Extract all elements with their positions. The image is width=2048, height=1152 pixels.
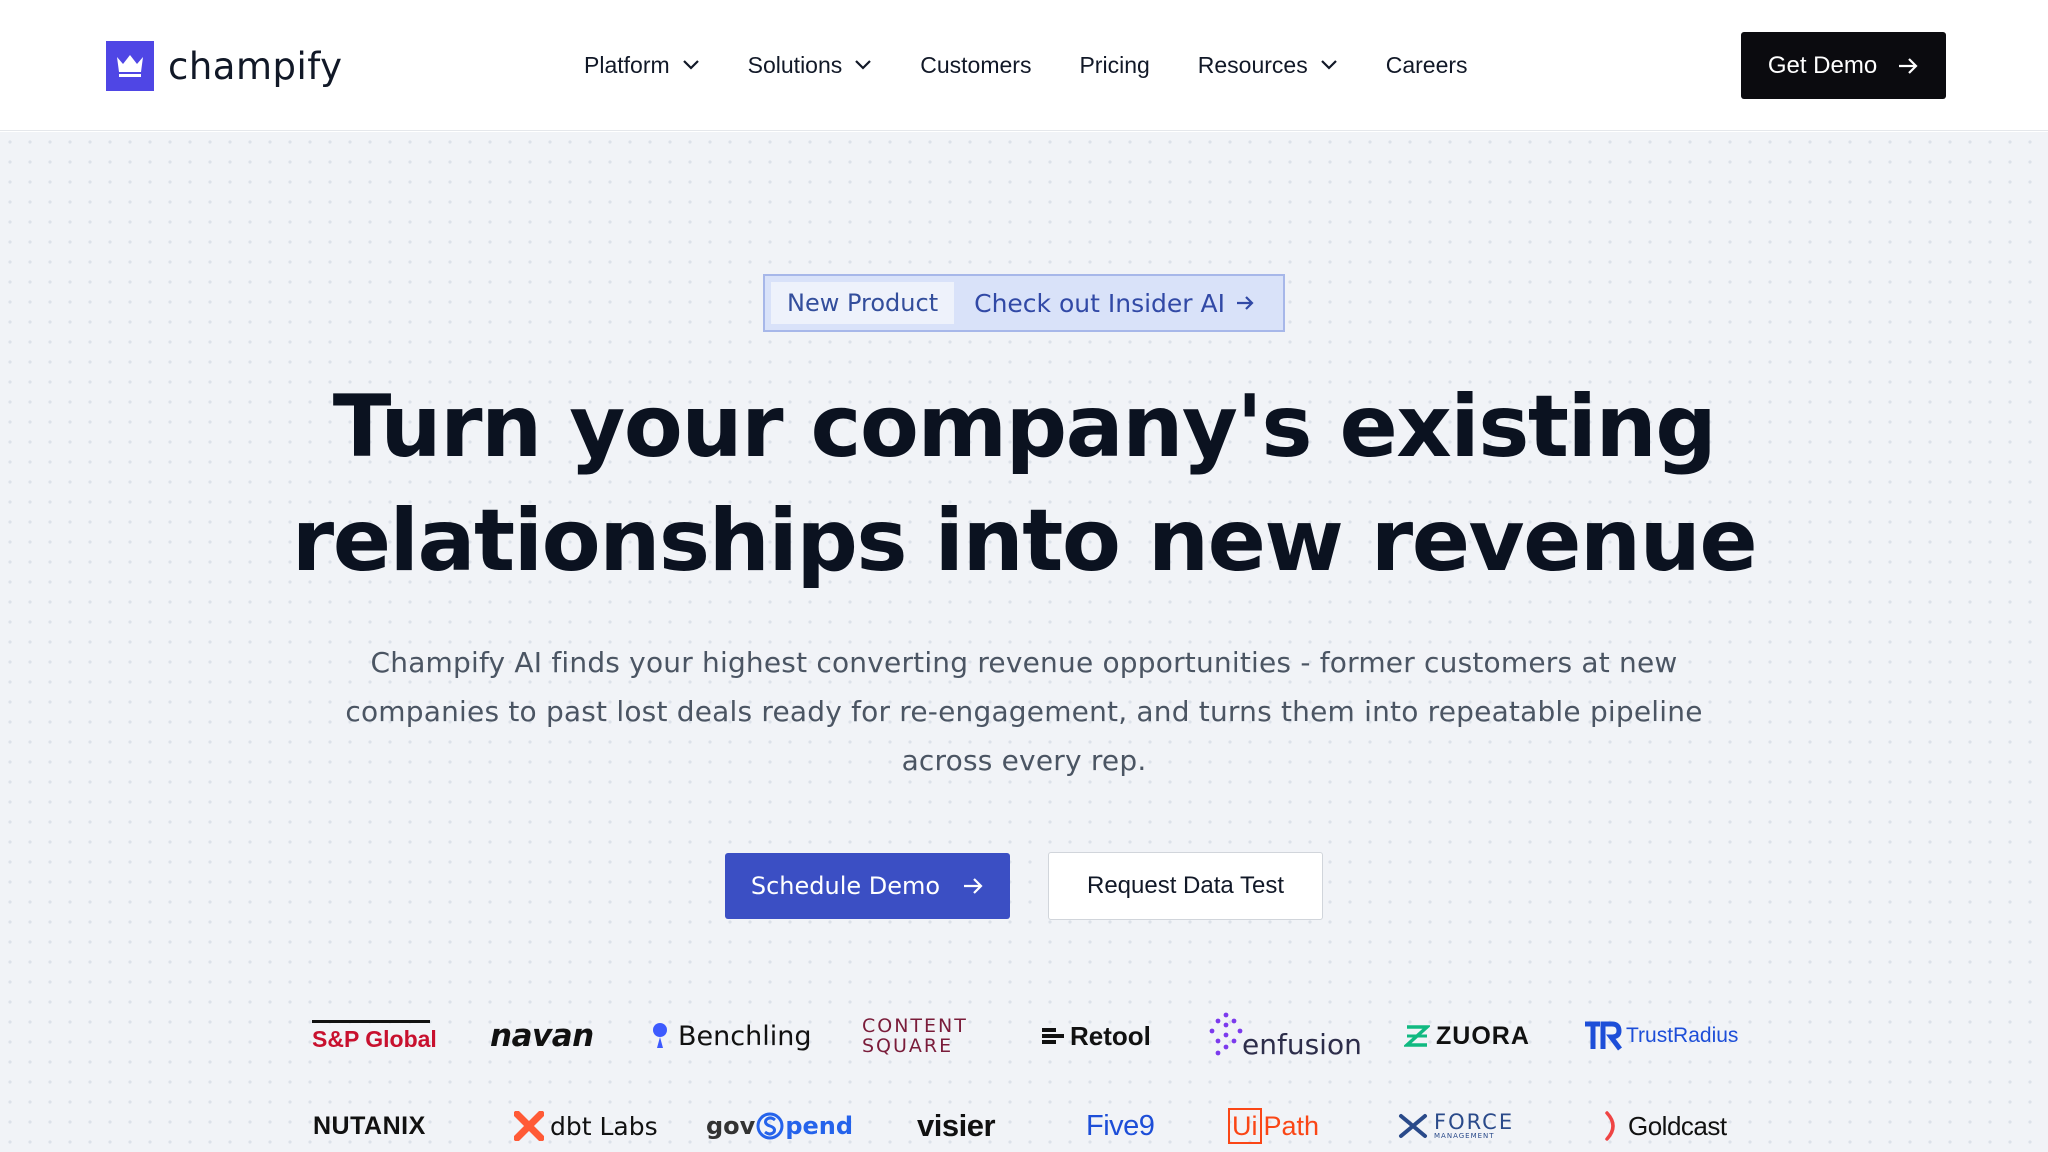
logo-text: SQUARE bbox=[862, 1035, 954, 1057]
logo-text: ZUORA bbox=[1436, 1021, 1530, 1050]
nav-careers[interactable]: Careers bbox=[1386, 52, 1468, 79]
nav-label: Pricing bbox=[1079, 51, 1150, 78]
chevron-down-icon bbox=[1320, 59, 1338, 71]
subtext-line: companies to past lost deals ready for r… bbox=[345, 695, 1703, 728]
hero-headline: Turn your company's existing relationshi… bbox=[224, 370, 1824, 598]
logo-text: Ui bbox=[1228, 1108, 1262, 1144]
new-product-banner[interactable]: New Product Check out Insider AI bbox=[763, 274, 1285, 332]
logo-text: pend bbox=[785, 1112, 854, 1140]
nav-label: Resources bbox=[1197, 51, 1308, 78]
goldcast-logo: Goldcast bbox=[1604, 1096, 1727, 1152]
nav-label: Customers bbox=[920, 51, 1032, 78]
zuora-logo: ZUORA bbox=[1404, 1006, 1530, 1066]
nav-resources[interactable]: Resources bbox=[1198, 52, 1338, 79]
insider-ai-label: Check out Insider AI bbox=[974, 288, 1225, 318]
schedule-demo-button[interactable]: Schedule Demo bbox=[725, 853, 1010, 919]
logo-text: Five9 bbox=[1086, 1109, 1155, 1142]
champify-logo[interactable]: champify bbox=[106, 41, 343, 91]
logo-text: visier bbox=[917, 1108, 996, 1143]
visier-logo: visier bbox=[917, 1096, 996, 1152]
force-management-logo: FORCE MANAGEMENT bbox=[1398, 1096, 1514, 1152]
dbt-labs-logo: dbt Labs bbox=[514, 1096, 658, 1152]
arrow-right-icon bbox=[1897, 57, 1919, 75]
request-data-test-button[interactable]: Request Data Test bbox=[1048, 852, 1323, 920]
nav-label: Solutions bbox=[747, 51, 843, 78]
enfusion-dots-icon bbox=[1208, 1011, 1244, 1061]
sp-global-logo: S&P Global bbox=[312, 1006, 437, 1066]
customer-logos-row-1: S&P Global navan Benchling CONTENT SQUAR… bbox=[0, 1006, 2048, 1066]
contentsquare-logo: CONTENT SQUARE bbox=[862, 1006, 968, 1066]
new-product-tag: New Product bbox=[771, 282, 955, 324]
logo-text: NUTANIX bbox=[313, 1111, 426, 1140]
logo-text: FORCE bbox=[1434, 1110, 1515, 1134]
logo-text: navan bbox=[490, 1018, 594, 1054]
chevron-down-icon bbox=[854, 59, 872, 71]
get-demo-button[interactable]: Get Demo bbox=[1741, 32, 1946, 99]
insider-ai-link[interactable]: Check out Insider AI bbox=[974, 289, 1255, 318]
brand-name: champify bbox=[168, 44, 343, 88]
govspend-s-icon bbox=[756, 1110, 784, 1142]
uipath-logo: Ui Path bbox=[1228, 1096, 1319, 1152]
retool-logo: Retool bbox=[1042, 1006, 1151, 1066]
logo-text: MANAGEMENT bbox=[1434, 1132, 1495, 1140]
get-demo-label: Get Demo bbox=[1767, 51, 1878, 79]
benchling-logo: Benchling bbox=[650, 1006, 811, 1066]
enfusion-logo: enfusion bbox=[1208, 1006, 1362, 1066]
headline-line: Turn your company's existing bbox=[332, 377, 1717, 477]
nav-pricing[interactable]: Pricing bbox=[1079, 52, 1149, 79]
benchling-icon bbox=[650, 1022, 670, 1050]
logo-text: Goldcast bbox=[1628, 1110, 1727, 1141]
chevron-down-icon bbox=[682, 59, 700, 71]
logo-text: Path bbox=[1263, 1110, 1320, 1141]
retool-icon bbox=[1042, 1026, 1064, 1046]
logo-text: enfusion bbox=[1242, 1027, 1362, 1061]
nav-solutions[interactable]: Solutions bbox=[748, 52, 873, 79]
logo-text: dbt Labs bbox=[550, 1111, 658, 1141]
zuora-icon bbox=[1404, 1023, 1430, 1049]
trustradius-icon bbox=[1584, 1021, 1622, 1051]
schedule-demo-label: Schedule Demo bbox=[750, 872, 941, 900]
crown-icon bbox=[106, 41, 154, 91]
logo-text: gov bbox=[706, 1112, 756, 1140]
nav-platform[interactable]: Platform bbox=[584, 52, 700, 79]
five9-logo: Five9 bbox=[1086, 1096, 1155, 1152]
main-nav: Platform Solutions Customers Pricing Res… bbox=[584, 43, 1516, 87]
arrow-right-icon bbox=[1235, 294, 1255, 312]
request-data-test-label: Request Data Test bbox=[1086, 872, 1284, 899]
customer-logos-row-2: NUTANIX dbt Labs gov pend visier Five9 U… bbox=[0, 1096, 2048, 1152]
logo-text: Retool bbox=[1070, 1020, 1151, 1051]
force-x-icon bbox=[1398, 1113, 1428, 1139]
govspend-logo: gov pend bbox=[706, 1096, 853, 1152]
dbt-icon bbox=[514, 1111, 544, 1141]
goldcast-icon bbox=[1604, 1110, 1622, 1142]
logo-text: S&P Global bbox=[312, 1025, 437, 1052]
subtext-line: across every rep. bbox=[901, 744, 1147, 777]
headline-line: relationships into new revenue bbox=[291, 491, 1758, 591]
top-navbar: champify Platform Solutions Customers Pr… bbox=[0, 0, 2048, 131]
nav-label: Careers bbox=[1385, 51, 1468, 78]
arrow-right-icon bbox=[962, 877, 984, 895]
nutanix-logo: NUTANIX bbox=[313, 1096, 426, 1152]
trustradius-logo: TrustRadius bbox=[1584, 1006, 1738, 1066]
nav-customers[interactable]: Customers bbox=[920, 52, 1031, 79]
subtext-line: Champify AI finds your highest convertin… bbox=[370, 646, 1678, 679]
navan-logo: navan bbox=[490, 1006, 594, 1066]
logo-text: TrustRadius bbox=[1626, 1024, 1739, 1047]
hero-subtext: Champify AI finds your highest convertin… bbox=[324, 638, 1724, 785]
nav-label: Platform bbox=[584, 51, 670, 78]
logo-text: CONTENT bbox=[862, 1015, 968, 1037]
logo-text: Benchling bbox=[678, 1020, 812, 1052]
